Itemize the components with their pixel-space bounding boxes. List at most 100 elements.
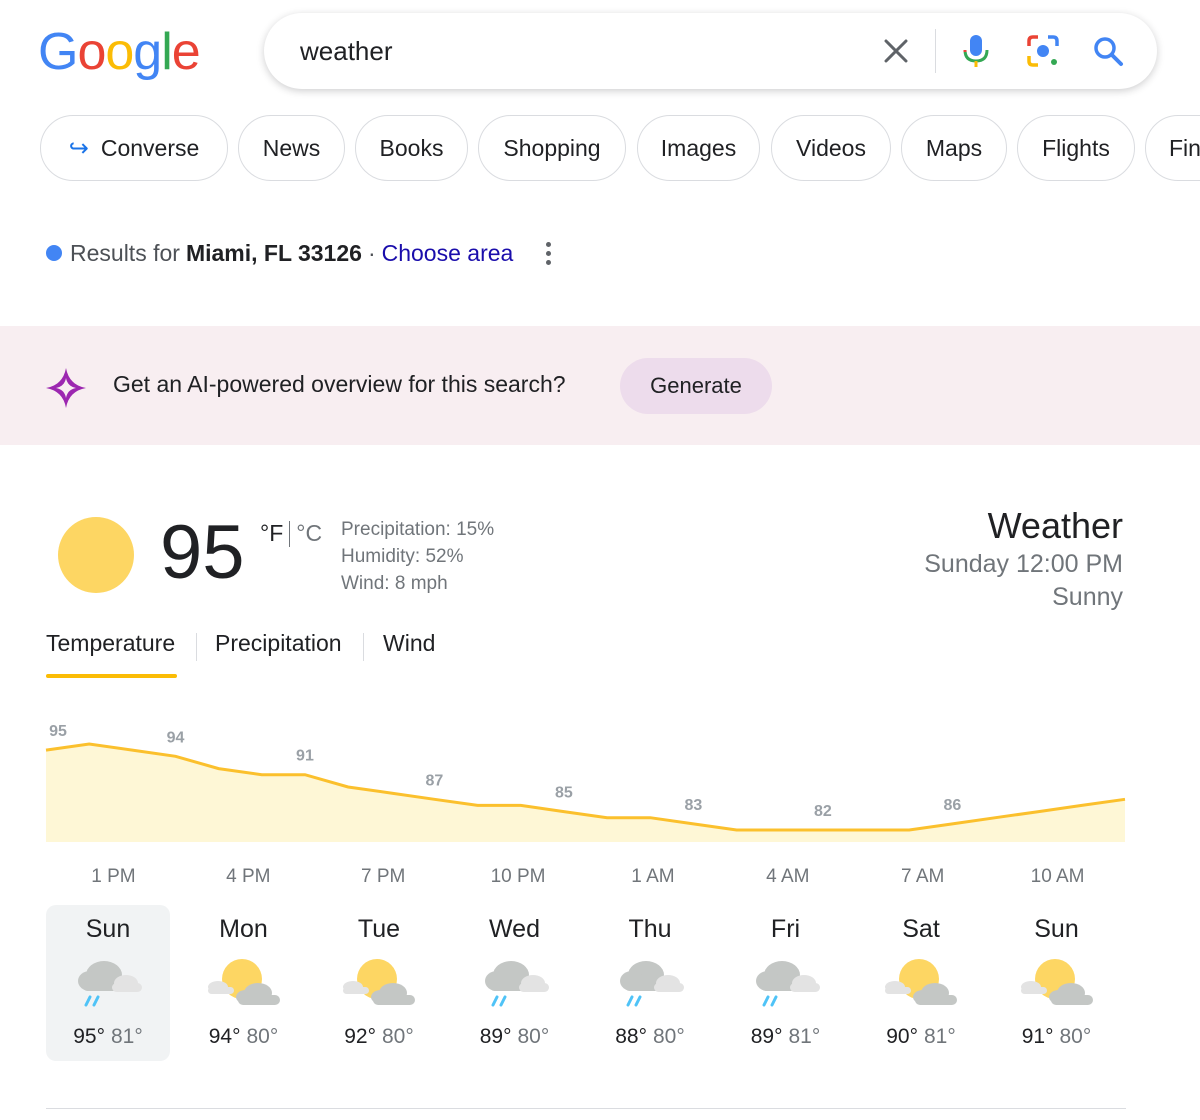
chip-label: Videos [796,134,866,161]
temperature-point-label: 94 [167,729,185,746]
hour-label: 1 AM [631,866,674,887]
low-temp: 81° [924,1025,956,1048]
day-name: Sun [85,915,131,943]
hour-label: 4 PM [226,866,270,887]
temperature-point-label: 87 [426,772,444,789]
day-temps: 91° 80° [995,1025,1119,1049]
chip-news[interactable]: News [238,115,345,181]
google-logo[interactable]: Google [38,24,201,80]
ai-sparkle-icon [46,368,86,408]
day-name: Wed [489,915,540,943]
day-forecast-tue[interactable]: Tue 92° 80° [317,905,441,1061]
clear-icon[interactable] [877,32,915,70]
high-temp: 92° [344,1025,376,1048]
partly-sunny-icon [339,953,419,1013]
temperature-point-label: 85 [555,785,573,802]
chip-label: News [262,134,321,161]
tab-temperature[interactable]: Temperature [46,630,175,657]
more-options-icon[interactable] [538,238,558,268]
day-name: Sat [902,915,940,943]
low-temp: 80° [653,1025,685,1048]
celsius-toggle[interactable]: °C [296,520,322,547]
rain-cloud-icon [475,953,555,1013]
low-temp: 80° [382,1025,414,1048]
tab-precipitation[interactable]: Precipitation [215,630,342,657]
day-forecast-wed[interactable]: Wed 89° 80° [453,905,577,1061]
hour-label: 4 AM [766,866,809,887]
current-temperature: 95 [160,510,245,595]
location-separator: · [367,239,376,266]
chip-label: Images [660,134,737,161]
search-icon[interactable] [1089,32,1127,70]
day-forecast-mon[interactable]: Mon 94° 80° [182,905,306,1061]
tab-wind[interactable]: Wind [383,630,435,657]
chip-books[interactable]: Books [355,115,468,181]
microphone-icon[interactable] [957,32,995,70]
hour-label: 7 AM [901,866,944,887]
hour-label: 1 PM [91,866,135,887]
day-temps: 95° 81° [46,1025,170,1049]
choose-area-link[interactable]: Choose area [382,240,514,267]
search-input[interactable] [300,33,860,69]
chip-images[interactable]: Images [637,115,760,181]
generate-button[interactable]: Generate [620,358,772,414]
partly-sunny-icon [204,953,284,1013]
day-temps: 90° 81° [859,1025,983,1049]
humidity-value: Humidity: 52% [341,546,464,567]
day-forecast-sat[interactable]: Sat 90° 81° [859,905,983,1061]
high-temp: 89° [479,1025,512,1048]
hour-label: 10 PM [491,866,546,887]
high-temp: 94° [208,1025,241,1048]
day-name: Tue [357,915,401,943]
high-temp: 89° [750,1025,783,1048]
tab-active-indicator [46,674,177,678]
day-temps: 94° 80° [182,1025,306,1049]
weather-condition: Sunny [1052,583,1123,611]
location-dot-icon [46,245,62,261]
day-name: Sun [1034,915,1079,943]
chip-label: Fin [1169,134,1200,161]
hour-label: 7 PM [361,866,405,887]
chip-finance[interactable]: Fin [1145,115,1200,181]
daily-forecast: Sun 95° 81° Mon 94° 80° Tue 92° 80° Wed 89° 80° Thu 8… [46,905,1126,1061]
day-forecast-sun[interactable]: Sun 95° 81° [46,905,170,1061]
chip-videos[interactable]: Videos [771,115,891,181]
chip-flights[interactable]: Flights [1017,115,1135,181]
low-temp: 81° [111,1025,143,1048]
chip-shopping[interactable]: Shopping [478,115,626,181]
temperature-point-label: 95 [49,723,67,740]
tab-divider [363,633,364,661]
day-forecast-sun[interactable]: Sun 91° 80° [995,905,1119,1061]
location-prefix: Results for [70,239,180,266]
weather-details: Precipitation: 15% Humidity: 52% Wind: 8… [341,516,494,597]
temperature-chart: 95 94 91 87 85 83 82 86 1 PM 4 PM 7 PM 10 PM 1 AM 4 A… [45,723,1126,887]
chip-maps[interactable]: Maps [901,115,1007,181]
day-forecast-fri[interactable]: Fri 89° 81° [724,905,848,1061]
converse-arrow-icon: ↪ [68,134,89,162]
rain-cloud-icon [68,953,148,1013]
high-temp: 95° [73,1025,105,1048]
rain-cloud-icon [746,953,826,1013]
chip-label: Flights [1042,134,1110,161]
temperature-point-label: 86 [943,797,961,814]
location-line: Results for Miami, FL 33126 · Choose are… [46,238,513,268]
weather-title: Weather [987,505,1123,546]
camera-lens-icon[interactable] [1024,32,1062,70]
day-forecast-thu[interactable]: Thu 88° 80° [588,905,712,1061]
day-name: Thu [628,915,672,943]
low-temp: 81° [788,1025,821,1048]
fahrenheit-toggle[interactable]: °F [260,520,283,547]
chip-converse[interactable]: ↪ Converse [40,115,228,181]
day-name: Fri [770,915,801,943]
low-temp: 80° [246,1025,279,1048]
section-divider [46,1108,1126,1109]
location-place: Miami, FL 33126 [185,239,362,266]
chip-label: Shopping [503,134,601,161]
unit-divider [289,520,291,547]
high-temp: 88° [615,1025,647,1048]
high-temp: 91° [1021,1025,1054,1048]
unit-toggle: °F °C [260,520,322,547]
day-temps: 88° 80° [588,1025,712,1049]
sunny-icon [58,517,134,593]
chip-label: Maps [925,134,983,161]
